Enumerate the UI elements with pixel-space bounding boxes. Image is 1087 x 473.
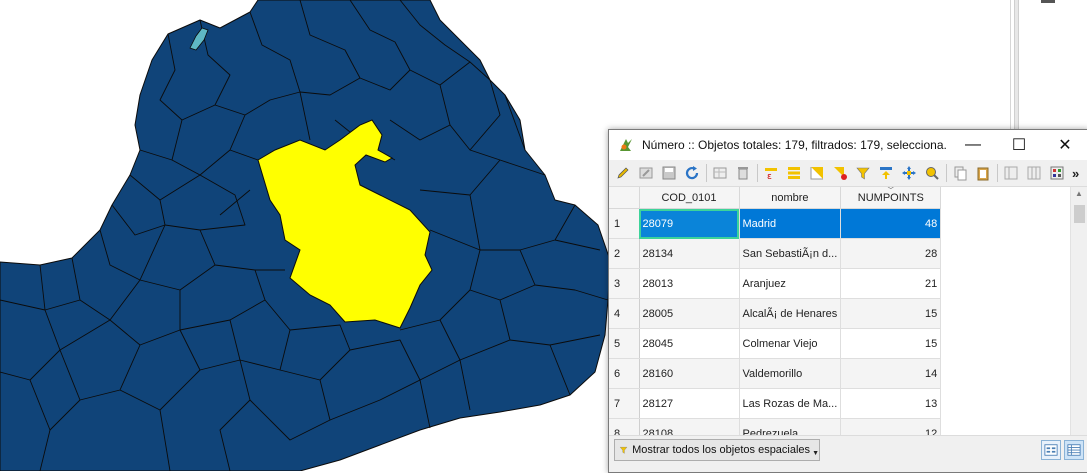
- reload-icon[interactable]: [682, 163, 702, 183]
- save-edits-icon[interactable]: [659, 163, 679, 183]
- form-view-icon: [1044, 444, 1058, 456]
- table-view-icon: [1067, 444, 1081, 456]
- minimize-button[interactable]: —: [950, 130, 996, 160]
- row-header[interactable]: 7: [609, 388, 640, 419]
- sort-descending-icon: ﹀: [886, 187, 895, 195]
- qgis-logo-icon: [620, 139, 632, 151]
- cell-nombre[interactable]: Madrid: [739, 208, 842, 239]
- row-header[interactable]: 8: [609, 418, 640, 435]
- table-row[interactable]: 8 28108 Pedrezuela 12: [609, 418, 942, 435]
- delete-field-icon[interactable]: [1001, 163, 1021, 183]
- svg-text:ε: ε: [767, 172, 772, 181]
- select-all-icon[interactable]: [784, 163, 804, 183]
- row-header[interactable]: 5: [609, 328, 640, 359]
- add-feature-icon[interactable]: [710, 163, 730, 183]
- table-row[interactable]: 1 28079 Madrid 48: [609, 208, 942, 239]
- multi-edit-icon[interactable]: [636, 163, 656, 183]
- attribute-toolbar: ε »: [609, 160, 1087, 187]
- table-view-button[interactable]: [1064, 440, 1084, 460]
- filter-icon: [619, 446, 628, 454]
- pencil-edit-icon[interactable]: [613, 163, 633, 183]
- toolbar-overflow-button[interactable]: »: [1072, 166, 1079, 181]
- attribute-statusbar: Mostrar todos los objetos espaciales ▼: [609, 435, 1087, 472]
- move-selection-to-top-icon[interactable]: [876, 163, 896, 183]
- row-header[interactable]: 4: [609, 298, 640, 329]
- row-header[interactable]: 2: [609, 238, 640, 269]
- filter-label: Mostrar todos los objetos espaciales: [632, 444, 811, 456]
- row-header[interactable]: 3: [609, 268, 640, 299]
- row-header[interactable]: 1: [609, 208, 640, 239]
- cell-numpoints[interactable]: 21: [840, 268, 942, 299]
- vertical-scrollbar[interactable]: ▲: [1070, 187, 1087, 435]
- delete-feature-icon[interactable]: [733, 163, 753, 183]
- zoom-to-selection-icon[interactable]: [922, 163, 942, 183]
- select-by-expression-icon[interactable]: ε: [761, 163, 781, 183]
- cell-cod[interactable]: 28005: [639, 298, 740, 329]
- cell-nombre[interactable]: Pedrezuela: [739, 418, 842, 435]
- cell-numpoints[interactable]: 48: [840, 208, 942, 239]
- filter-icon[interactable]: [853, 163, 873, 183]
- table-row[interactable]: 2 28134 San SebastiÃ¡n d... 28: [609, 238, 942, 269]
- corner-header[interactable]: [609, 187, 640, 209]
- cell-numpoints[interactable]: 14: [840, 358, 942, 389]
- cell-nombre[interactable]: Valdemorillo: [739, 358, 842, 389]
- deselect-all-icon[interactable]: [830, 163, 850, 183]
- window-titlebar[interactable]: Número :: Objetos totales: 179, filtrado…: [609, 130, 1087, 160]
- row-header[interactable]: 6: [609, 358, 640, 389]
- column-header-cod-0101[interactable]: COD_0101: [639, 187, 740, 209]
- dropdown-caret-icon: ▼: [812, 449, 819, 457]
- new-field-icon[interactable]: [1024, 163, 1044, 183]
- cell-cod[interactable]: 28134: [639, 238, 740, 269]
- cell-numpoints[interactable]: 28: [840, 238, 942, 269]
- scrollbar-thumb[interactable]: [1074, 205, 1085, 223]
- table-row[interactable]: 3 28013 Aranjuez 21: [609, 268, 942, 299]
- close-button[interactable]: ✕: [1042, 130, 1087, 160]
- table-row[interactable]: 6 28160 Valdemorillo 14: [609, 358, 942, 389]
- cell-nombre[interactable]: Las Rozas de Ma...: [739, 388, 842, 419]
- cell-cod[interactable]: 28127: [639, 388, 740, 419]
- table-row[interactable]: 4 28005 AlcalÃ¡ de Henares 15: [609, 298, 942, 329]
- cell-cod[interactable]: 28079: [639, 208, 740, 239]
- cell-cod[interactable]: 28045: [639, 328, 740, 359]
- cell-nombre[interactable]: San SebastiÃ¡n d...: [739, 238, 842, 269]
- cell-numpoints[interactable]: 13: [840, 388, 942, 419]
- cell-nombre[interactable]: Colmenar Viejo: [739, 328, 842, 359]
- table-row[interactable]: 7 28127 Las Rozas de Ma... 13: [609, 388, 942, 419]
- window-title: Número :: Objetos totales: 179, filtrado…: [642, 138, 947, 152]
- paste-features-icon[interactable]: [973, 163, 993, 183]
- cell-nombre[interactable]: Aranjuez: [739, 268, 842, 299]
- pan-to-selection-icon[interactable]: [899, 163, 919, 183]
- attribute-grid[interactable]: COD_0101 nombre ﹀ NUMPOINTS 1 28079 Madri…: [609, 187, 1087, 435]
- column-header-numpoints[interactable]: ﹀ NUMPOINTS: [840, 187, 942, 209]
- cell-numpoints[interactable]: 15: [840, 328, 942, 359]
- table-row[interactable]: 5 28045 Colmenar Viejo 15: [609, 328, 942, 359]
- column-header-nombre[interactable]: nombre: [739, 187, 842, 209]
- feature-filter-dropdown[interactable]: Mostrar todos los objetos espaciales ▼: [614, 439, 820, 461]
- cell-numpoints[interactable]: 15: [840, 298, 942, 329]
- cell-nombre[interactable]: AlcalÃ¡ de Henares: [739, 298, 842, 329]
- invert-selection-icon[interactable]: [807, 163, 827, 183]
- copy-rows-icon[interactable]: [950, 163, 970, 183]
- scroll-up-icon[interactable]: ▲: [1075, 189, 1083, 198]
- maximize-button[interactable]: ☐: [996, 130, 1042, 160]
- attribute-table-window: Número :: Objetos totales: 179, filtrado…: [608, 129, 1087, 473]
- cell-cod[interactable]: 28013: [639, 268, 740, 299]
- form-view-button[interactable]: [1041, 440, 1061, 460]
- cell-cod[interactable]: 28160: [639, 358, 740, 389]
- cell-cod[interactable]: 28108: [639, 418, 740, 435]
- field-calculator-icon[interactable]: [1047, 163, 1067, 183]
- cell-numpoints[interactable]: 12: [840, 418, 942, 435]
- dock-handle[interactable]: [1041, 0, 1055, 3]
